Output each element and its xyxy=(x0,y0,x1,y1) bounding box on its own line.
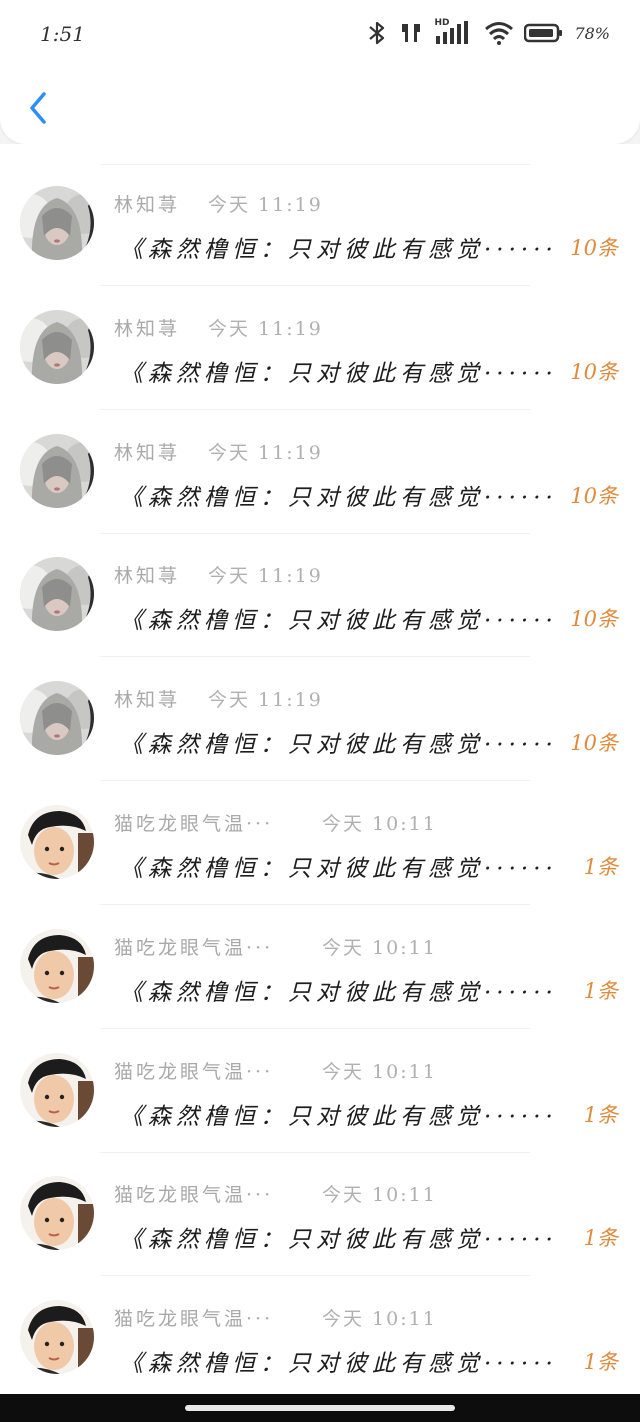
status-time: 1:51 xyxy=(40,22,85,46)
sender-name: 猫吃龙眼气温··· xyxy=(114,1184,274,1207)
sender-name: 林知荨 xyxy=(114,317,181,340)
chevron-left-icon xyxy=(30,92,46,124)
earbuds-icon xyxy=(402,24,421,42)
avatar[interactable] xyxy=(20,681,94,756)
battery-percentage: 78% xyxy=(574,23,610,43)
divider xyxy=(100,1151,530,1153)
sender-name: 林知荨 xyxy=(114,441,181,464)
divider xyxy=(100,408,530,410)
avatar[interactable] xyxy=(20,1300,94,1375)
message-preview: 《森然橹恒：只对彼此有感觉······ xyxy=(120,1351,558,1378)
battery-icon xyxy=(524,23,563,43)
message-count: 10条 xyxy=(570,731,618,756)
divider xyxy=(100,1275,530,1277)
message-row[interactable]: 猫吃龙眼气温··· 今天 10:11 《森然橹恒：只对彼此有感觉······ 1条 xyxy=(0,1154,640,1277)
message-count: 1条 xyxy=(583,855,618,879)
divider xyxy=(100,1027,530,1029)
message-count: 1条 xyxy=(583,1226,618,1251)
message-count: 1条 xyxy=(583,978,618,1003)
header: 1:51 HD 78% xyxy=(0,0,640,144)
divider xyxy=(100,285,530,286)
message-preview: 《森然橹恒：只对彼此有感觉······ xyxy=(120,608,558,635)
sender-name: 猫吃龙眼气温··· xyxy=(114,936,274,959)
avatar[interactable] xyxy=(20,928,94,1003)
message-count: 10条 xyxy=(570,236,618,260)
avatar[interactable] xyxy=(20,309,94,384)
signal-icon: HD xyxy=(434,18,474,46)
avatar[interactable] xyxy=(20,1176,94,1251)
sender-name: 猫吃龙眼气温··· xyxy=(114,1060,274,1083)
avatar[interactable] xyxy=(20,433,94,508)
message-row[interactable]: 林知荨 今天 11:19 《森然橹恒：只对彼此有感觉······ 10条 xyxy=(0,535,640,658)
message-preview: 《森然橹恒：只对彼此有感觉······ xyxy=(120,237,558,263)
message-time: 今天 10:11 xyxy=(322,1060,437,1083)
message-time: 今天 10:11 xyxy=(322,1184,437,1207)
message-time: 今天 11:19 xyxy=(208,194,323,216)
status-icons: HD 78% xyxy=(366,18,610,46)
message-row[interactable]: 林知荨 今天 11:19 《森然橹恒：只对彼此有感觉······ 10条 xyxy=(0,659,640,782)
message-preview: 《森然橹恒：只对彼此有感觉······ xyxy=(120,360,558,387)
message-row[interactable]: 猫吃龙眼气温··· 今天 10:11 《森然橹恒：只对彼此有感觉······ 1条 xyxy=(0,783,640,905)
message-row[interactable]: 林知荨 今天 11:19 《森然橹恒：只对彼此有感觉······ 10条 xyxy=(0,164,640,286)
sender-name: 猫吃龙眼气温··· xyxy=(114,1308,274,1331)
avatar[interactable] xyxy=(20,186,94,260)
message-time: 今天 11:19 xyxy=(208,689,323,712)
avatar[interactable] xyxy=(20,1052,94,1127)
divider xyxy=(100,532,530,534)
divider xyxy=(100,904,530,905)
message-time: 今天 11:19 xyxy=(208,441,323,464)
divider xyxy=(100,780,530,782)
navigation-bar xyxy=(0,1394,640,1422)
message-preview: 《森然橹恒：只对彼此有感觉······ xyxy=(120,856,558,882)
message-time: 今天 10:11 xyxy=(322,1308,437,1331)
divider xyxy=(100,656,530,658)
message-count: 1条 xyxy=(583,1350,618,1375)
message-count: 10条 xyxy=(570,483,618,508)
message-preview: 《森然橹恒：只对彼此有感觉······ xyxy=(120,1227,558,1254)
message-time: 今天 11:19 xyxy=(208,565,323,588)
wifi-icon xyxy=(485,22,514,45)
message-preview: 《森然橹恒：只对彼此有感觉······ xyxy=(120,979,558,1006)
bluetooth-icon xyxy=(369,21,385,45)
sender-name: 林知荨 xyxy=(114,565,181,588)
message-preview: 《森然橹恒：只对彼此有感觉······ xyxy=(120,484,558,511)
message-count: 10条 xyxy=(570,359,618,384)
message-time: 今天 11:19 xyxy=(208,317,323,340)
message-time: 今天 10:11 xyxy=(322,813,437,835)
message-row[interactable]: 猫吃龙眼气温··· 今天 10:11 《森然橹恒：只对彼此有感觉······ 1条 xyxy=(0,1031,640,1153)
message-row[interactable]: 林知荨 今天 11:19 《森然橹恒：只对彼此有感觉······ 10条 xyxy=(0,412,640,534)
back-button[interactable] xyxy=(20,88,56,128)
avatar[interactable] xyxy=(20,557,94,632)
sender-name: 林知荨 xyxy=(114,689,181,712)
message-time: 今天 10:11 xyxy=(322,936,437,959)
message-list[interactable]: 林知荨 今天 11:19 《森然橹恒：只对彼此有感觉······ 10条 林知荨 今天 1… xyxy=(0,144,640,1401)
sender-name: 林知荨 xyxy=(114,194,181,216)
message-row[interactable]: 林知荨 今天 11:19 《森然橹恒：只对彼此有感觉······ 10条 xyxy=(0,288,640,410)
message-preview: 《森然橹恒：只对彼此有感觉······ xyxy=(120,732,558,759)
status-bar: 1:51 HD 78% xyxy=(0,0,640,70)
home-indicator[interactable] xyxy=(185,1405,455,1411)
message-row[interactable]: 猫吃龙眼气温··· 今天 10:11 《森然橹恒：只对彼此有感觉······ 1条 xyxy=(0,907,640,1029)
message-count: 1条 xyxy=(583,1102,618,1127)
message-count: 10条 xyxy=(570,607,618,632)
message-preview: 《森然橹恒：只对彼此有感觉······ xyxy=(120,1103,558,1130)
avatar[interactable] xyxy=(20,805,94,879)
sender-name: 猫吃龙眼气温··· xyxy=(114,813,274,835)
message-row[interactable]: 猫吃龙眼气温··· 今天 10:11 《森然橹恒：只对彼此有感觉······ 1条 xyxy=(0,1278,640,1401)
